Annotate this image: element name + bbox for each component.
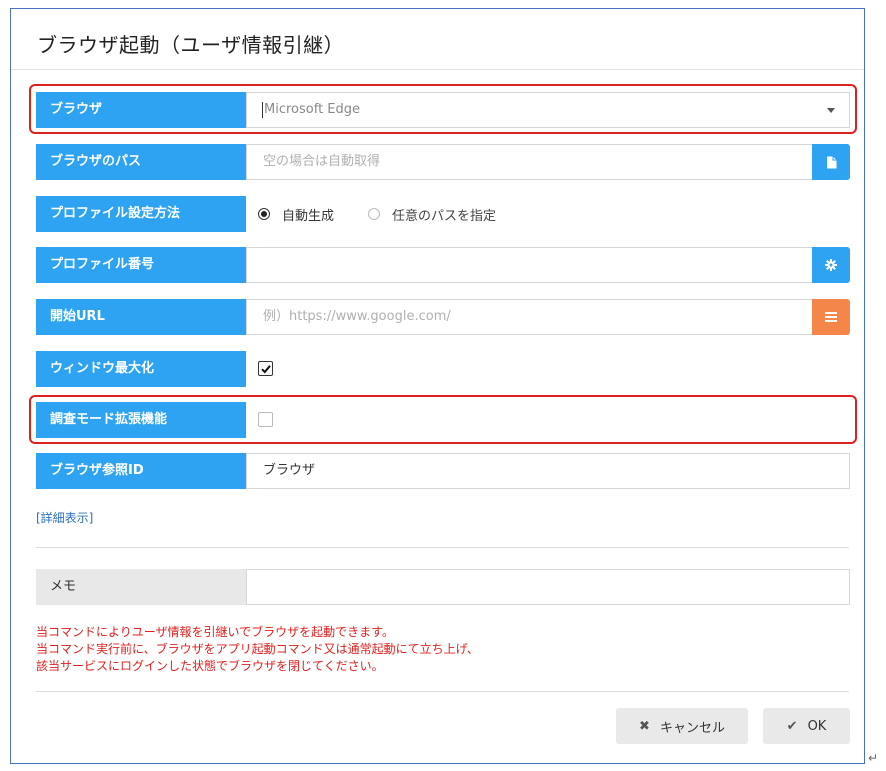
highlight-browser [29, 84, 857, 134]
highlight-investigation-mode [29, 395, 857, 444]
footer-divider [36, 691, 849, 692]
note-line: 該当サービスにログインした状態でブラウザを閉じてください。 [36, 659, 384, 673]
notes: 当コマンドによりユーザ情報を引継いでブラウザを起動できます。 当コマンド実行前に… [36, 624, 479, 675]
browser-ref-id-input[interactable]: ブラウザ [246, 453, 850, 489]
cancel-button[interactable]: ✖ キャンセル [616, 708, 748, 744]
list-icon [825, 312, 837, 322]
maximize-window-label: ウィンドウ最大化 [36, 351, 246, 387]
browser-path-input[interactable]: 空の場合は自動取得 [246, 144, 812, 180]
browser-ref-id-row: ブラウザ参照ID ブラウザ [36, 453, 850, 489]
section-divider [36, 547, 849, 548]
check-icon: ✔ [786, 718, 798, 734]
note-line: 当コマンドによりユーザ情報を引継いでブラウザを起動できます。 [36, 625, 394, 639]
dialog: ブラウザ起動（ユーザ情報引継） ブラウザ Microsoft Edge ブラウザ… [10, 8, 865, 764]
start-url-row: 開始URL 例）https://www.google.com/ [36, 299, 850, 335]
details-link[interactable]: [詳細表示] [36, 509, 93, 526]
memo-input[interactable] [246, 569, 850, 605]
check-icon [260, 364, 271, 373]
memo-row: メモ [36, 569, 850, 605]
cancel-button-label: キャンセル [659, 720, 725, 736]
profile-number-input[interactable] [246, 247, 812, 283]
start-url-input[interactable]: 例）https://www.google.com/ [246, 299, 812, 335]
maximize-window-row: ウィンドウ最大化 [36, 351, 850, 387]
profile-number-label: プロファイル番号 [36, 247, 246, 283]
close-icon: ✖ [639, 718, 650, 734]
dialog-title: ブラウザ起動（ユーザ情報引継） [37, 33, 345, 57]
note-line: 当コマンド実行前に、ブラウザをアプリ起動コマンド又は通常起動にて立ち上げ、 [36, 642, 479, 656]
maximize-window-checkbox[interactable] [258, 361, 273, 376]
browser-ref-id-label: ブラウザ参照ID [36, 453, 246, 489]
browser-path-placeholder: 空の場合は自動取得 [263, 154, 381, 169]
radio-auto-generate[interactable]: 自動生成 [258, 205, 334, 224]
profile-settings-button[interactable] [812, 247, 850, 283]
radio-unselected-icon [368, 208, 381, 220]
start-url-placeholder: 例）https://www.google.com/ [263, 309, 451, 324]
ok-button[interactable]: ✔ OK [763, 708, 850, 744]
maximize-window-control [246, 351, 850, 387]
start-url-label: 開始URL [36, 299, 246, 335]
gear-icon [825, 259, 837, 271]
return-mark: ↵ [868, 751, 879, 765]
radio-auto-generate-label: 自動生成 [282, 208, 335, 224]
profile-method-options: 自動生成 任意のパスを指定 [246, 196, 850, 232]
ok-button-label: OK [807, 718, 827, 734]
browse-file-button[interactable] [812, 144, 850, 180]
radio-selected-icon [258, 208, 270, 220]
title-divider [11, 69, 864, 70]
browser-path-label: ブラウザのパス [36, 144, 246, 180]
browser-path-row: ブラウザのパス 空の場合は自動取得 [36, 144, 850, 180]
profile-method-row: プロファイル設定方法 自動生成 任意のパスを指定 [36, 196, 850, 232]
file-icon [826, 156, 836, 168]
url-list-button[interactable] [812, 299, 850, 335]
radio-specify-path[interactable]: 任意のパスを指定 [368, 205, 496, 224]
profile-number-row: プロファイル番号 [36, 247, 850, 283]
profile-method-label: プロファイル設定方法 [36, 196, 246, 232]
radio-specify-path-label: 任意のパスを指定 [392, 208, 497, 224]
memo-label: メモ [36, 569, 246, 605]
